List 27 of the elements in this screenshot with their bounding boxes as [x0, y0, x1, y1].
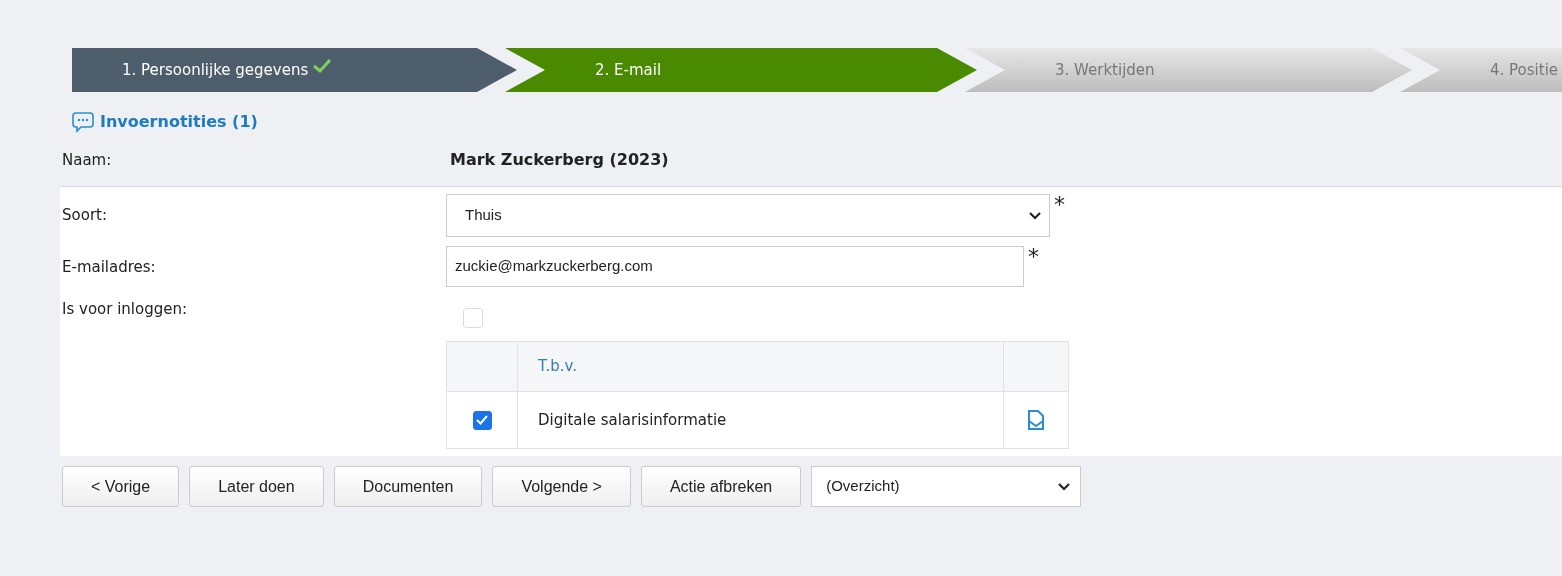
column-header: T.b.v. [518, 342, 1004, 391]
document-envelope-icon[interactable] [1025, 409, 1047, 431]
field-label: Soort: [62, 205, 108, 226]
notes-link[interactable]: Invoernotities (1) [100, 110, 258, 134]
name-value: Mark Zuckerberg (2023) [450, 149, 669, 171]
chevron-down-icon [1058, 482, 1071, 491]
view-select[interactable]: (Overzicht) [811, 466, 1082, 507]
step-tab[interactable]: 1. Persoonlijke gegevens [72, 48, 517, 92]
nav-button[interactable]: < Vorige [62, 466, 180, 507]
email-field[interactable]: zuckie@markzuckerberg.com [446, 246, 1024, 287]
nav-button[interactable]: Actie afbreken [640, 466, 802, 507]
check-icon [312, 58, 333, 74]
field-label: Is voor inloggen: [62, 299, 189, 320]
type-select[interactable]: Thuis [446, 194, 1050, 237]
nav-button[interactable]: Volgende > [492, 466, 631, 507]
nav-button[interactable]: Later doen [189, 466, 324, 507]
step-tab[interactable]: 2. E-mail [505, 48, 977, 92]
speech-bubble-icon [72, 111, 94, 133]
checkbox[interactable] [472, 410, 492, 430]
nav-button[interactable]: Documenten [333, 466, 483, 507]
field-label: Naam: [62, 149, 113, 171]
required-mark: * [1028, 246, 1039, 268]
checkmark-icon [476, 415, 488, 425]
chevron-down-icon [1029, 211, 1041, 220]
table-cell: Digitale salarisinformatie [518, 392, 1004, 448]
required-mark: * [1054, 194, 1065, 216]
field-label: E-mailadres: [62, 257, 157, 278]
